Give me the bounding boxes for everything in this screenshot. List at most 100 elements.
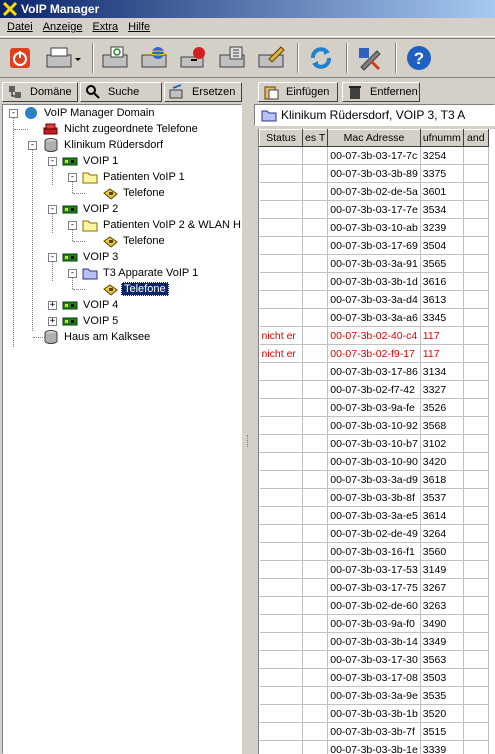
- table-row[interactable]: 00-07-3b-03-17-75 3267: [259, 578, 489, 597]
- menu-hilfe[interactable]: Hilfe: [123, 21, 155, 33]
- tree-node-site-kalksee[interactable]: Haus am Kalksee: [43, 329, 152, 345]
- tree-node-voip4[interactable]: VOIP 4: [62, 297, 120, 313]
- breadcrumb-text: Klinikum Rüdersdorf, VOIP 3, T3 A: [281, 108, 466, 122]
- sync-phone-button[interactable]: [100, 42, 132, 74]
- tree-node-voip3-group[interactable]: T3 Apparate VoIP 1: [82, 265, 200, 281]
- table-row[interactable]: 00-07-3b-03-10-b7 3102: [259, 434, 489, 453]
- phone-edit-button[interactable]: [256, 42, 288, 74]
- expand-toggle[interactable]: +: [48, 301, 57, 310]
- table-row[interactable]: 00-07-3b-02-de-49 3264: [259, 524, 489, 543]
- table-row[interactable]: 00-07-3b-03-3a-d9 3618: [259, 470, 489, 489]
- column-header-status[interactable]: Status: [259, 129, 303, 147]
- table-row[interactable]: 00-07-3b-03-3b-89 3375: [259, 164, 489, 183]
- extra-cell: [463, 434, 489, 453]
- phone-ping-button[interactable]: [178, 42, 210, 74]
- table-row[interactable]: 00-07-3b-03-3a-a6 3345: [259, 308, 489, 327]
- replace-button[interactable]: Ersetzen: [164, 82, 242, 102]
- table-row[interactable]: 00-07-3b-03-17-53 3149: [259, 560, 489, 579]
- table-row[interactable]: 00-07-3b-02-de-5a 3601: [259, 182, 489, 201]
- collapse-toggle[interactable]: -: [68, 221, 77, 230]
- table-row[interactable]: 00-07-3b-03-3b-7f 3515: [259, 722, 489, 741]
- tree-connector: [52, 213, 53, 233]
- domain-icon: [9, 86, 21, 98]
- tree-connector: [14, 129, 28, 130]
- phone-web-button[interactable]: [139, 42, 171, 74]
- tree-node-voip2-phones[interactable]: Telefone: [102, 233, 167, 249]
- extra-cell: [463, 452, 489, 471]
- collapse-toggle[interactable]: -: [48, 253, 57, 262]
- table-row[interactable]: 00-07-3b-03-9a-f0 3490: [259, 614, 489, 633]
- menu-anzeige[interactable]: Anzeige: [38, 21, 88, 33]
- table-row[interactable]: 00-07-3b-03-10-ab 3239: [259, 218, 489, 237]
- column-header-type[interactable]: es T: [301, 129, 329, 147]
- table-row[interactable]: 00-07-3b-03-16-f1 3560: [259, 542, 489, 561]
- table-row[interactable]: 00-07-3b-03-9a-fe 3526: [259, 398, 489, 417]
- tree-node-unassigned[interactable]: Nicht zugeordnete Telefone: [43, 121, 200, 137]
- remove-button[interactable]: Entfernen: [342, 82, 420, 102]
- type-cell: [302, 146, 329, 165]
- table-row[interactable]: 00-07-3b-03-17-30 3563: [259, 650, 489, 669]
- tree-node-domain[interactable]: VoIP Manager Domain: [23, 105, 156, 121]
- collapse-toggle[interactable]: -: [68, 173, 77, 182]
- tree-node-voip2[interactable]: VOIP 2: [62, 201, 120, 217]
- tree-node-voip1[interactable]: VOIP 1: [62, 153, 120, 169]
- type-cell: [302, 578, 329, 597]
- mac-cell: 00-07-3b-02-de-49: [327, 524, 421, 543]
- table-row[interactable]: 00-07-3b-03-3b-1d 3616: [259, 272, 489, 291]
- tree-node-voip3-phones[interactable]: Telefone: [102, 281, 169, 297]
- refresh-button[interactable]: [305, 42, 337, 74]
- number-cell: 3537: [420, 488, 464, 507]
- table-row[interactable]: nicht er 00-07-3b-02-f9-17 117: [259, 344, 489, 363]
- type-cell: [302, 614, 329, 633]
- table-row[interactable]: 00-07-3b-03-3a-e5 3614: [259, 506, 489, 525]
- tree-node-voip2-group[interactable]: Patienten VoIP 2 & WLAN H: [82, 217, 241, 233]
- search-button[interactable]: Suche: [80, 82, 162, 102]
- expand-toggle[interactable]: +: [48, 317, 57, 326]
- tree-node-site-klinikum[interactable]: Klinikum Rüdersdorf: [43, 137, 165, 153]
- tree-node-voip3[interactable]: VOIP 3: [62, 249, 120, 265]
- pane-splitter[interactable]: [244, 80, 252, 754]
- table-row[interactable]: 00-07-3b-03-10-90 3420: [259, 452, 489, 471]
- table-row[interactable]: 00-07-3b-03-3b-1e 3339: [259, 740, 489, 754]
- collapse-toggle[interactable]: -: [9, 109, 18, 118]
- table-row[interactable]: 00-07-3b-03-3a-9e 3535: [259, 686, 489, 705]
- phone-config-button[interactable]: [217, 42, 249, 74]
- exit-button[interactable]: [4, 42, 36, 74]
- tree-connector: [73, 289, 85, 290]
- tree-node-voip5[interactable]: VOIP 5: [62, 313, 120, 329]
- table-row[interactable]: 00-07-3b-03-10-92 3568: [259, 416, 489, 435]
- table-row[interactable]: 00-07-3b-03-17-69 3504: [259, 236, 489, 255]
- table-row[interactable]: 00-07-3b-03-17-7e 3534: [259, 200, 489, 219]
- insert-button[interactable]: Einfügen: [258, 82, 338, 102]
- table-row[interactable]: 00-07-3b-03-3b-8f 3537: [259, 488, 489, 507]
- collapse-toggle[interactable]: -: [28, 141, 37, 150]
- table-row[interactable]: 00-07-3b-03-3b-14 3349: [259, 632, 489, 651]
- column-header-and[interactable]: and: [462, 129, 489, 147]
- collapse-toggle[interactable]: -: [68, 269, 77, 278]
- list-toolbar: Einfügen Entfernen: [258, 82, 420, 102]
- tree-node-voip1-group[interactable]: Patienten VoIP 1: [82, 169, 187, 185]
- table-row[interactable]: 00-07-3b-03-3a-91 3565: [259, 254, 489, 273]
- collapse-toggle[interactable]: -: [48, 157, 57, 166]
- table-row[interactable]: 00-07-3b-03-17-86 3134: [259, 362, 489, 381]
- collapse-toggle[interactable]: -: [48, 205, 57, 214]
- domain-button[interactable]: Domäne: [2, 82, 78, 102]
- table-row[interactable]: 00-07-3b-03-17-7c 3254: [259, 146, 489, 165]
- tree-node-voip1-phones[interactable]: Telefone: [102, 185, 167, 201]
- table-row[interactable]: 00-07-3b-03-3a-d4 3613: [259, 290, 489, 309]
- table-row[interactable]: 00-07-3b-03-3b-1b 3520: [259, 704, 489, 723]
- table-row[interactable]: 00-07-3b-03-17-08 3503: [259, 668, 489, 687]
- column-header-number[interactable]: ufnumm: [419, 129, 464, 147]
- type-cell: [302, 254, 329, 273]
- table-row[interactable]: 00-07-3b-02-de-60 3263: [259, 596, 489, 615]
- type-cell: [302, 362, 329, 381]
- print-button[interactable]: [43, 42, 83, 74]
- help-button[interactable]: ?: [403, 42, 435, 74]
- tree-connector: [72, 229, 73, 241]
- table-row[interactable]: 00-07-3b-02-f7-42 3327: [259, 380, 489, 399]
- menu-extra[interactable]: Extra: [87, 21, 123, 33]
- column-header-mac[interactable]: Mac Adresse: [327, 129, 421, 147]
- menu-datei[interactable]: Datei: [2, 21, 38, 33]
- table-row[interactable]: nicht er 00-07-3b-02-40-c4 117: [259, 326, 489, 345]
- settings-button[interactable]: [354, 42, 386, 74]
